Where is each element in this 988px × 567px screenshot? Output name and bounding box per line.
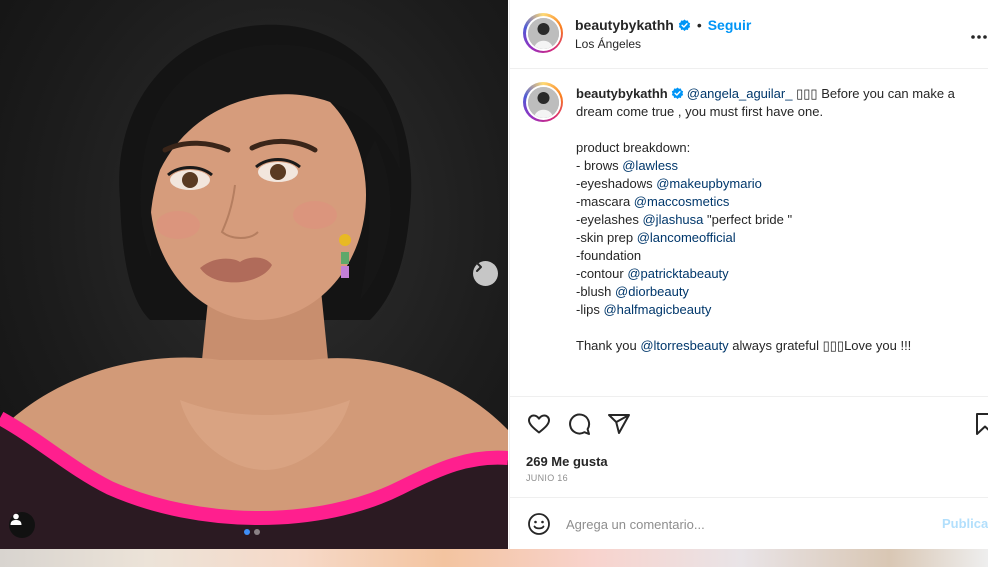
breakdown-title: product breakdown: bbox=[576, 140, 691, 155]
heart-icon[interactable] bbox=[527, 412, 551, 436]
mention-link[interactable]: @makeupbymario bbox=[656, 176, 762, 191]
header-user-row: beautybykathh • Seguir bbox=[575, 17, 751, 33]
mention-link[interactable]: @maccosmetics bbox=[634, 194, 730, 209]
breakdown-line: - brows @lawless bbox=[576, 158, 679, 173]
breakdown-list: - brows @lawless -eyeshadows @makeupbymar… bbox=[576, 157, 976, 319]
mention-link[interactable]: @diorbeauty bbox=[615, 284, 689, 299]
follow-button[interactable]: Seguir bbox=[708, 17, 752, 33]
caption-username[interactable]: beautybykathh bbox=[576, 86, 668, 101]
likes-count[interactable]: 269 Me gusta bbox=[526, 454, 608, 469]
carousel-dot bbox=[254, 529, 260, 535]
caption-section: beautybykathh @angela_aguilar_ ▯▯▯ Befor… bbox=[510, 69, 988, 397]
user-tag-icon bbox=[10, 513, 22, 525]
breakdown-line: -skin prep @lancomeofficial bbox=[576, 230, 736, 245]
more-horizontal-icon bbox=[971, 35, 987, 39]
post-header: beautybykathh • Seguir Los Ángeles bbox=[510, 0, 988, 69]
breakdown-line: -blush @diorbeauty bbox=[576, 284, 689, 299]
verified-icon bbox=[678, 18, 690, 31]
mention-link[interactable]: @patricktabeauty bbox=[627, 266, 728, 281]
caption-text: beautybykathh @angela_aguilar_ ▯▯▯ Befor… bbox=[576, 85, 976, 355]
carousel-indicator bbox=[244, 529, 260, 535]
publish-button[interactable]: Publicar bbox=[942, 516, 988, 531]
post-date: JUNIO 16 bbox=[526, 473, 568, 483]
chevron-right-icon bbox=[476, 262, 482, 272]
breakdown-line: -lips @halfmagicbeauty bbox=[576, 302, 712, 317]
user-tag-button[interactable] bbox=[9, 512, 35, 538]
breakdown-line: -eyeshadows @makeupbymario bbox=[576, 176, 762, 191]
comment-box: Publicar bbox=[510, 498, 988, 549]
mention-link[interactable]: @jlashusa bbox=[642, 212, 703, 227]
bookmark-icon[interactable] bbox=[973, 412, 988, 436]
mention-link[interactable]: @lancomeofficial bbox=[637, 230, 736, 245]
mention-link[interactable]: @halfmagicbeauty bbox=[603, 302, 711, 317]
breakdown-line: -foundation bbox=[576, 248, 642, 263]
share-icon[interactable] bbox=[607, 412, 631, 436]
avatar[interactable] bbox=[523, 13, 563, 53]
carousel-dot-active bbox=[244, 529, 250, 535]
comment-icon[interactable] bbox=[567, 412, 591, 436]
verified-icon bbox=[671, 87, 683, 99]
emoji-icon[interactable] bbox=[527, 512, 551, 536]
more-options-button[interactable] bbox=[970, 24, 988, 45]
breakdown-line: -contour @patricktabeauty bbox=[576, 266, 729, 281]
post-photo[interactable] bbox=[0, 0, 508, 549]
mention-link[interactable]: @ltorresbeauty bbox=[640, 338, 728, 353]
caption-avatar[interactable] bbox=[523, 82, 563, 122]
header-username[interactable]: beautybykathh bbox=[575, 17, 674, 33]
background-feed-strip bbox=[0, 549, 988, 567]
breakdown-line: -eyelashes @jlashusa "perfect bride " bbox=[576, 212, 793, 227]
carousel-next-button[interactable] bbox=[473, 261, 498, 286]
comment-input[interactable] bbox=[566, 513, 926, 535]
header-separator: • bbox=[696, 17, 702, 33]
portrait-image bbox=[0, 24, 508, 549]
mention-link[interactable]: @angela_aguilar_ bbox=[687, 86, 793, 101]
breakdown-line: -mascara @maccosmetics bbox=[576, 194, 730, 209]
emoji-glyphs: ▯▯▯ bbox=[796, 86, 818, 101]
mention-link[interactable]: @lawless bbox=[622, 158, 678, 173]
location-link[interactable]: Los Ángeles bbox=[575, 37, 641, 51]
actions-section: 269 Me gusta JUNIO 16 bbox=[510, 398, 988, 498]
thanks-line: Thank you @ltorresbeauty always grateful… bbox=[576, 338, 912, 353]
post-panel: beautybykathh • Seguir Los Ángeles beaut… bbox=[509, 0, 988, 549]
